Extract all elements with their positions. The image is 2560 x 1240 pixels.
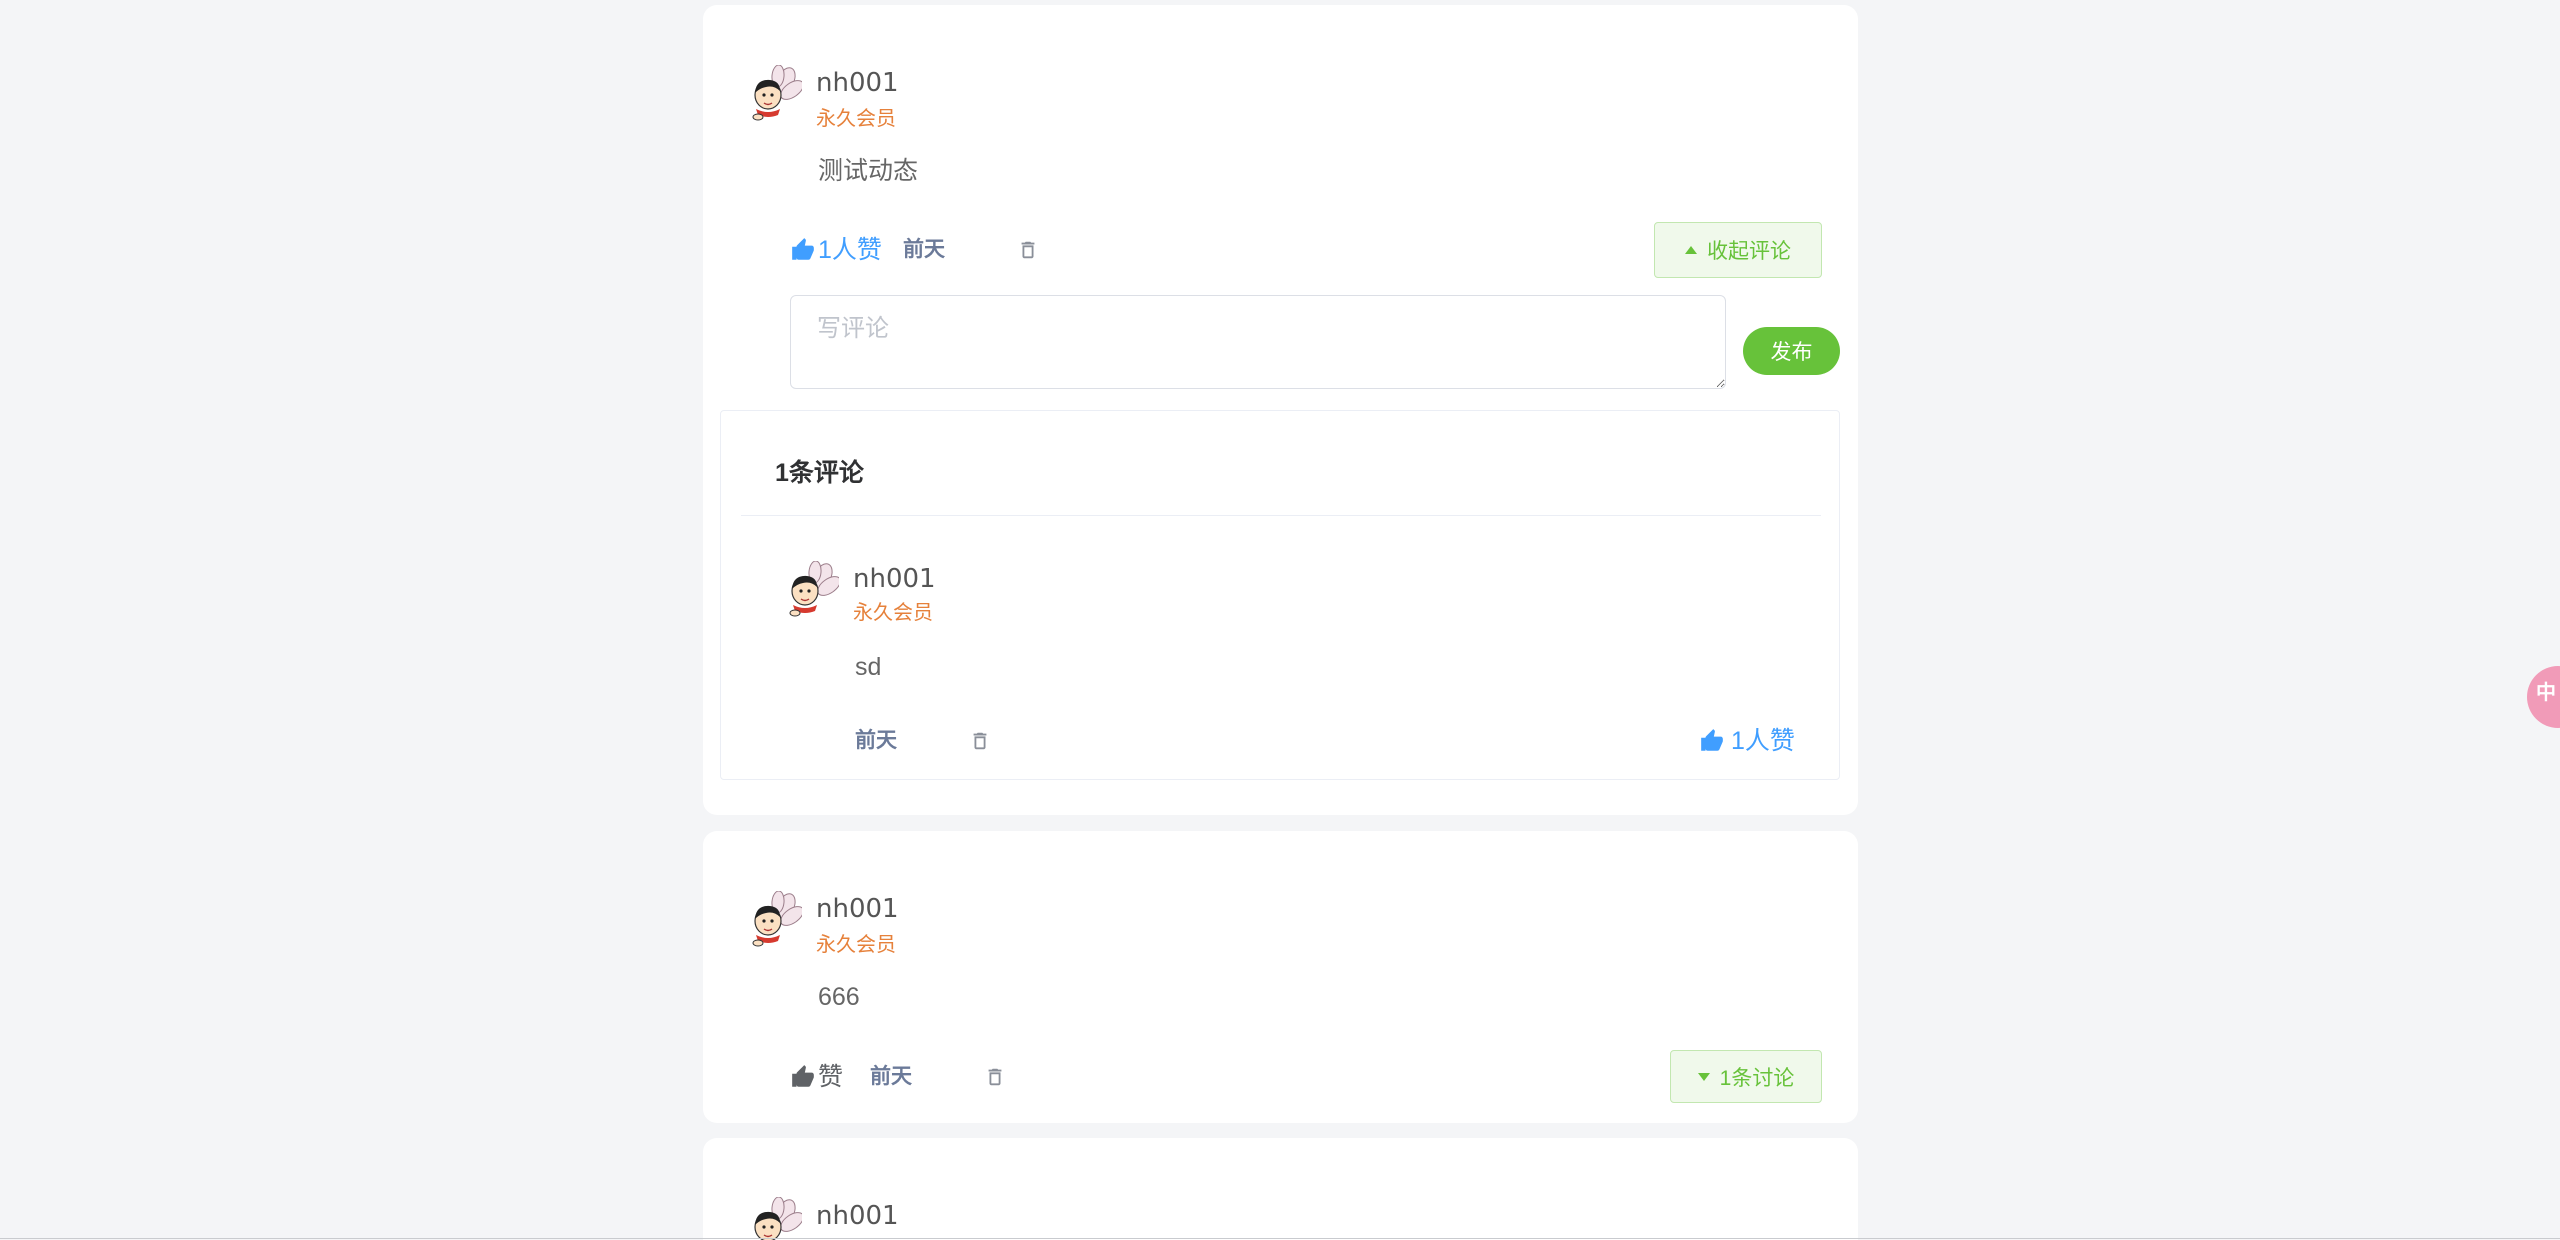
comment-content: sd — [855, 653, 882, 681]
post-time: 前天 — [870, 1065, 912, 1088]
comments-panel: 1条评论 nh001 永久会员 sd 前天 1人赞 — [720, 410, 1840, 780]
expand-comments-label: 1条讨论 — [1719, 1066, 1795, 1090]
expand-comments-button[interactable]: 1条讨论 — [1670, 1050, 1822, 1103]
trash-icon — [1017, 239, 1039, 261]
member-badge: 永久会员 — [853, 602, 933, 624]
post-card: nh001 永久会员 666 赞 前天 1条讨论 — [703, 831, 1858, 1123]
like-button[interactable]: 1人赞 — [790, 235, 882, 265]
post-card: nh001 — [703, 1138, 1858, 1240]
trash-icon — [984, 1066, 1006, 1088]
floating-button-container: 中 — [2522, 666, 2560, 728]
thumbs-up-icon — [790, 1064, 816, 1090]
delete-button[interactable] — [984, 1066, 1006, 1088]
post-time: 前天 — [903, 238, 945, 261]
collapse-comments-label: 收起评论 — [1707, 240, 1791, 263]
username: nh001 — [816, 68, 899, 98]
post-content: 测试动态 — [818, 157, 919, 185]
member-badge: 永久会员 — [816, 108, 896, 130]
trash-icon — [969, 730, 991, 752]
avatar — [746, 1197, 802, 1240]
post-card: nh001 永久会员 测试动态 1人赞 前天 收起评论 发布 1条评论 nh00… — [703, 5, 1858, 815]
like-button[interactable]: 赞 — [790, 1062, 843, 1092]
delete-comment-button[interactable] — [969, 730, 991, 752]
comment-time: 前天 — [855, 729, 897, 752]
floating-language-button[interactable]: 中 — [2527, 666, 2560, 728]
avatar — [746, 65, 802, 121]
publish-button[interactable]: 发布 — [1743, 327, 1840, 375]
comment-username: nh001 — [853, 564, 936, 594]
like-label: 赞 — [818, 1063, 844, 1091]
thumbs-up-icon — [1699, 728, 1725, 754]
viewport-bottom-border — [0, 1238, 2560, 1239]
like-count-label: 1人赞 — [818, 236, 882, 264]
comment-like-button[interactable]: 1人赞 — [1699, 726, 1795, 756]
thumbs-up-icon — [790, 237, 816, 263]
collapse-comments-button[interactable]: 收起评论 — [1654, 222, 1822, 278]
username: nh001 — [816, 1201, 899, 1231]
comments-count-header: 1条评论 — [775, 459, 864, 487]
post-content: 666 — [818, 983, 860, 1011]
comment-input[interactable] — [790, 295, 1726, 389]
delete-button[interactable] — [1017, 239, 1039, 261]
caret-down-icon — [1697, 1072, 1710, 1081]
avatar — [746, 891, 802, 947]
avatar — [783, 561, 839, 617]
floating-button-label: 中 — [2536, 680, 2556, 704]
caret-up-icon — [1685, 246, 1697, 254]
username: nh001 — [816, 894, 899, 924]
member-badge: 永久会员 — [816, 934, 896, 956]
divider — [741, 515, 1821, 516]
like-count-label: 1人赞 — [1731, 727, 1795, 755]
